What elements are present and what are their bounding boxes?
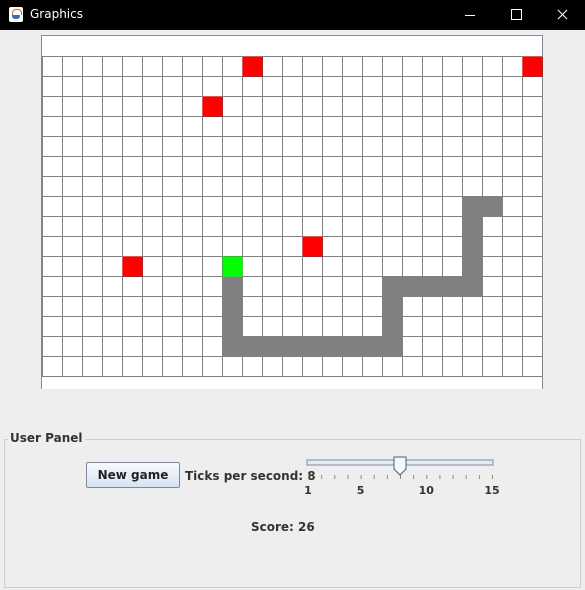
slider-tick-label: 10 bbox=[419, 484, 435, 497]
snake-segment bbox=[303, 337, 323, 357]
snake-segment bbox=[443, 277, 463, 297]
food-item bbox=[123, 257, 143, 277]
food-item bbox=[303, 237, 323, 257]
java-app-icon bbox=[9, 7, 23, 22]
snake-segment bbox=[323, 337, 343, 357]
window-title: Graphics bbox=[30, 7, 83, 21]
snake-segment bbox=[343, 337, 363, 357]
snake-segment bbox=[463, 257, 483, 277]
snake-segment bbox=[383, 297, 403, 317]
snake-segment bbox=[363, 337, 383, 357]
snake-segment bbox=[223, 297, 243, 317]
snake-segment bbox=[423, 277, 443, 297]
snake-segment bbox=[223, 317, 243, 337]
snake-segment bbox=[223, 277, 243, 297]
slider-tick-label: 1 bbox=[304, 484, 312, 497]
maximize-button[interactable] bbox=[493, 0, 539, 30]
user-panel: User Panel New game Ticks per second: 8 … bbox=[4, 431, 581, 588]
snake-segment bbox=[383, 317, 403, 337]
snake-segment bbox=[283, 337, 303, 357]
close-button[interactable] bbox=[539, 0, 585, 30]
food-item bbox=[243, 57, 263, 77]
snake-segment bbox=[243, 337, 263, 357]
snake-segment bbox=[263, 337, 283, 357]
food-item bbox=[203, 97, 223, 117]
new-game-button[interactable]: New game bbox=[86, 462, 180, 488]
game-grid bbox=[42, 56, 543, 377]
user-panel-title: User Panel bbox=[8, 431, 85, 445]
minimize-button[interactable] bbox=[447, 0, 493, 30]
snake-segment bbox=[463, 217, 483, 237]
food-item bbox=[523, 57, 543, 77]
snake-head bbox=[223, 257, 243, 277]
ticks-slider[interactable]: 1 5 10 15 bbox=[301, 452, 507, 502]
snake-segment bbox=[483, 197, 503, 217]
snake-segment bbox=[463, 237, 483, 257]
slider-tick-label: 15 bbox=[484, 484, 499, 497]
ticks-per-second-label: Ticks per second: 8 bbox=[185, 469, 316, 483]
title-bar: Graphics bbox=[0, 0, 585, 30]
snake-segment bbox=[463, 197, 483, 217]
slider-tick-label: 5 bbox=[357, 484, 365, 497]
snake-segment bbox=[383, 277, 403, 297]
score-label: Score: 26 bbox=[251, 520, 315, 534]
snake-segment bbox=[403, 277, 423, 297]
snake-segment bbox=[463, 277, 483, 297]
snake-segment bbox=[383, 337, 403, 357]
snake-segment bbox=[223, 337, 243, 357]
game-board bbox=[41, 35, 543, 389]
slider-thumb[interactable] bbox=[393, 456, 407, 476]
